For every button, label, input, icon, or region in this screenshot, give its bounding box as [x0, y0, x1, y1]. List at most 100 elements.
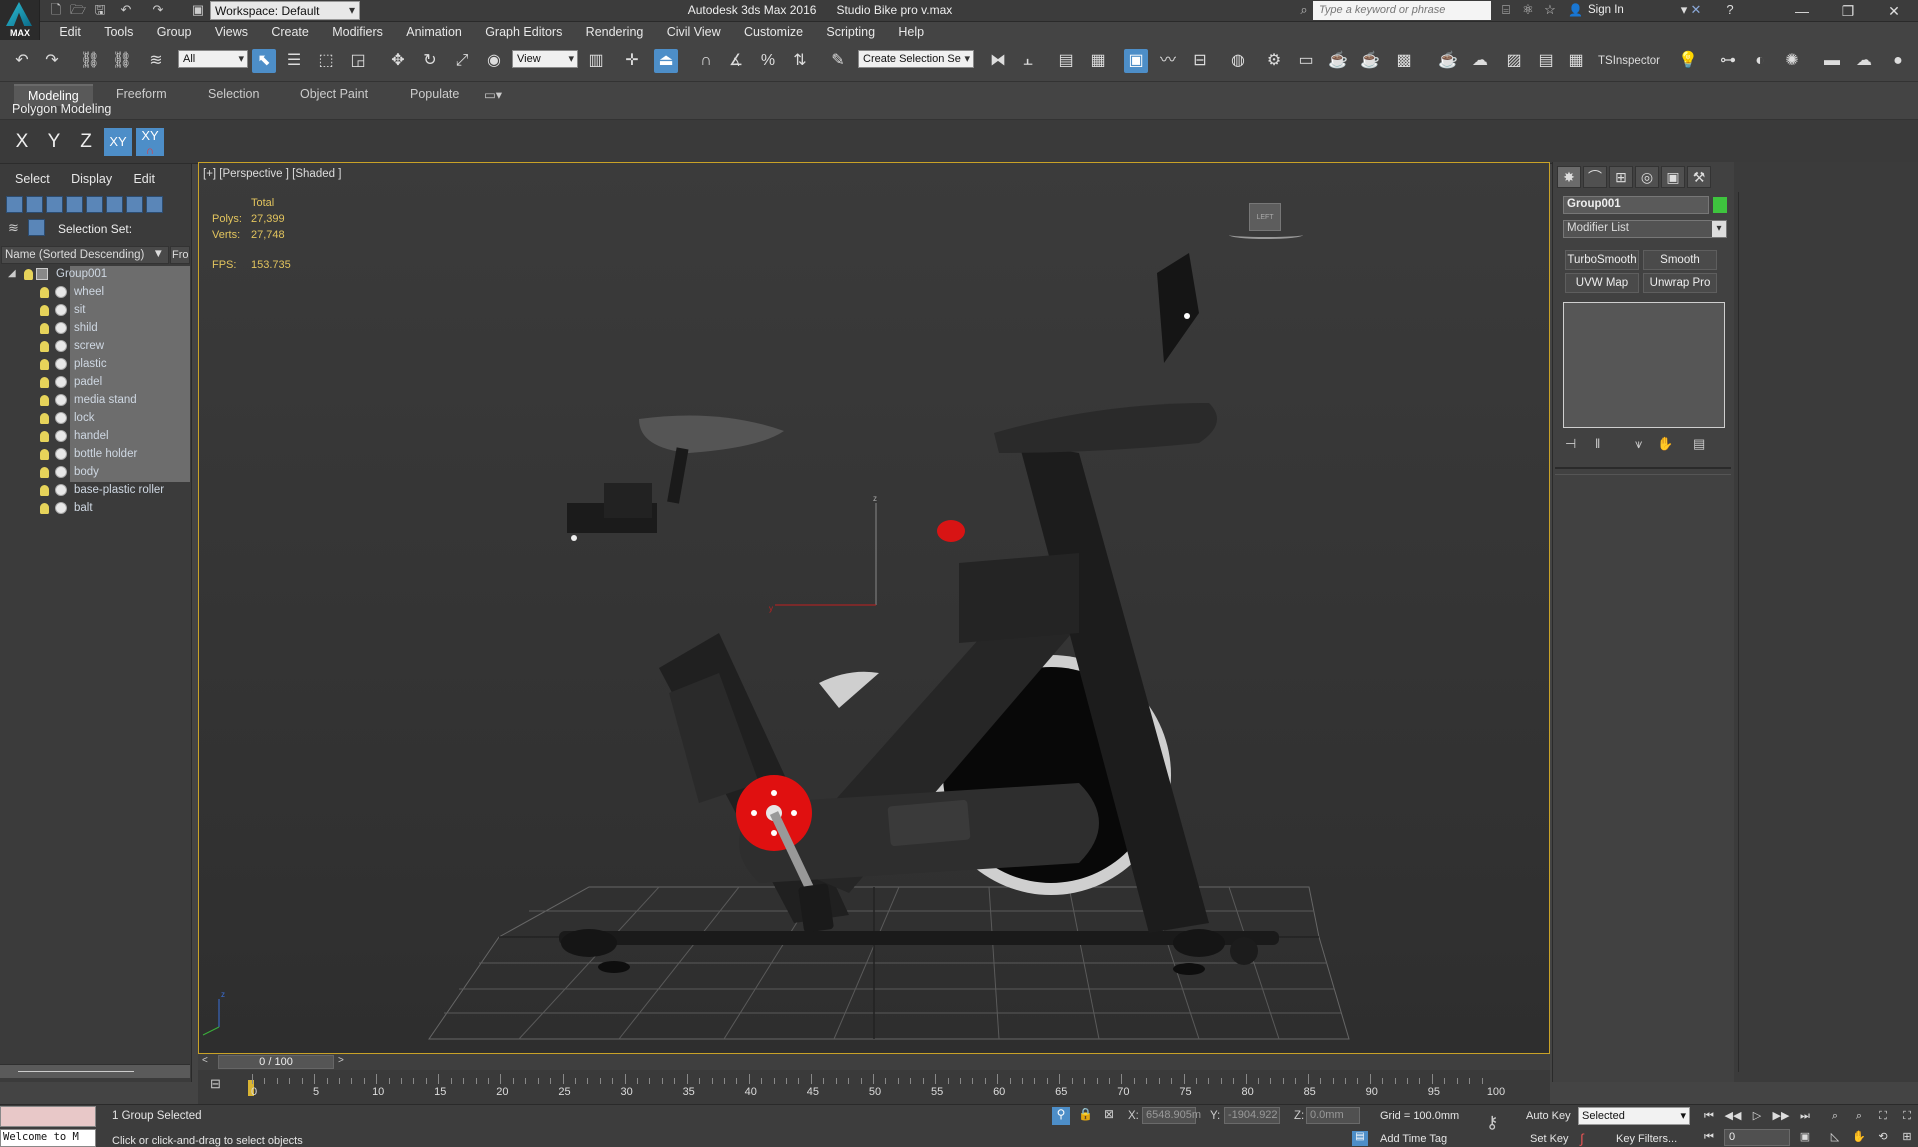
- explorer-scrollbar[interactable]: [0, 1064, 190, 1078]
- prev-frame-arrow-icon[interactable]: <: [202, 1055, 214, 1069]
- display-shapes-icon[interactable]: [26, 196, 43, 213]
- current-frame-field[interactable]: 0: [1724, 1129, 1790, 1146]
- y-coordinate-field[interactable]: -1904.922: [1224, 1107, 1280, 1124]
- time-slider-thumb[interactable]: 0 / 100: [218, 1055, 334, 1069]
- tree-row[interactable]: plastic: [0, 356, 190, 374]
- spinner-snap-icon[interactable]: ⇅: [788, 49, 812, 73]
- subscription-icon[interactable]: ⚛: [1520, 2, 1536, 18]
- scene-converter-icon[interactable]: ▤: [1534, 49, 1558, 73]
- name-column-header[interactable]: Name (Sorted Descending) ▼: [1, 246, 169, 264]
- close-button[interactable]: ✕: [1872, 0, 1916, 22]
- modifier-list-dropdown[interactable]: Modifier List ▾: [1563, 220, 1727, 238]
- render-toggle-icon[interactable]: [55, 466, 67, 478]
- default-tangent-icon[interactable]: ∫: [1580, 1131, 1584, 1146]
- select-and-link-icon[interactable]: ⛓: [78, 49, 102, 73]
- selection-set-icon[interactable]: [28, 219, 45, 236]
- angle-snap-icon[interactable]: ∡: [724, 49, 748, 73]
- previous-frame-icon[interactable]: ◀◀: [1724, 1108, 1742, 1124]
- uvw-map-button[interactable]: UVW Map: [1565, 273, 1639, 293]
- keyboard-shortcut-override-icon[interactable]: ⏏: [654, 49, 678, 73]
- light-bulb-icon[interactable]: [40, 431, 49, 442]
- select-object-icon[interactable]: ⬉: [252, 49, 276, 73]
- render-to-texture-icon[interactable]: ▨: [1502, 49, 1526, 73]
- absolute-mode-icon[interactable]: ⊠: [1104, 1107, 1114, 1121]
- light-bulb-icon[interactable]: [40, 341, 49, 352]
- a360-gallery-icon[interactable]: ☁: [1468, 49, 1492, 73]
- active-shade-icon[interactable]: ▩: [1392, 49, 1416, 73]
- ribbon-options-icon[interactable]: ▭▾: [478, 84, 508, 105]
- layers-icon[interactable]: ≋: [8, 220, 22, 235]
- modifier-stack[interactable]: [1563, 302, 1725, 428]
- tree-row[interactable]: padel: [0, 374, 190, 392]
- undo-icon[interactable]: ↶: [10, 49, 34, 73]
- go-to-end-icon[interactable]: ⏭: [1796, 1108, 1814, 1124]
- time-slider-track[interactable]: < 0 / 100 >: [198, 1054, 1550, 1070]
- set-key-button[interactable]: Set Key: [1530, 1133, 1569, 1145]
- display-bone-icon[interactable]: [146, 196, 163, 213]
- ts-inspector-icon[interactable]: ▦: [1564, 49, 1588, 73]
- display-groups-icon[interactable]: [126, 196, 143, 213]
- menu-views[interactable]: Views: [205, 22, 258, 42]
- render-production-icon[interactable]: ☕: [1326, 49, 1350, 73]
- ribbon-panel-polygon-modeling[interactable]: Polygon Modeling: [12, 102, 111, 116]
- light-bulb-icon[interactable]: [40, 287, 49, 298]
- sign-in-link[interactable]: Sign In: [1588, 4, 1624, 16]
- light-bulb-icon[interactable]: [40, 377, 49, 388]
- pivot-center-icon[interactable]: ▥: [584, 49, 608, 73]
- app-logo[interactable]: MAX: [0, 0, 40, 40]
- select-and-rotate-icon[interactable]: ↻: [418, 49, 442, 73]
- select-and-scale-icon[interactable]: ⤢: [450, 49, 474, 73]
- window-crossing-icon[interactable]: ◲: [346, 49, 370, 73]
- light-bulb-icon[interactable]: [40, 467, 49, 478]
- render-toggle-icon[interactable]: [55, 340, 67, 352]
- maxscript-output[interactable]: Welcome to M: [0, 1129, 96, 1147]
- light-bulb-icon[interactable]: [40, 305, 49, 316]
- next-frame-arrow-icon[interactable]: >: [338, 1055, 350, 1069]
- menu-customize[interactable]: Customize: [734, 22, 813, 42]
- timeline[interactable]: ⊟ 0 5 10 15 20 25 30 35 40 45 50 55 60 65 70 75 80 85 90 95…: [198, 1070, 1550, 1104]
- workspace-dropdown[interactable]: Workspace: Default: [210, 1, 360, 20]
- edit-named-selection-icon[interactable]: ✎: [826, 49, 850, 73]
- help-icon[interactable]: ?: [1722, 2, 1738, 18]
- object-color-swatch[interactable]: [1713, 197, 1727, 213]
- x-coordinate-field[interactable]: 6548.905m: [1142, 1107, 1201, 1124]
- render-toggle-icon[interactable]: [55, 322, 67, 334]
- minimize-button[interactable]: —: [1780, 0, 1824, 22]
- menu-rendering[interactable]: Rendering: [576, 22, 654, 42]
- named-selection-dropdown[interactable]: Create Selection Se: [858, 50, 974, 68]
- undo-icon[interactable]: ↶: [118, 2, 134, 18]
- light-lister-icon[interactable]: 💡: [1676, 49, 1700, 73]
- light-bulb-icon[interactable]: [40, 503, 49, 514]
- selection-filter-dropdown[interactable]: All: [178, 50, 248, 68]
- explorer-menu-select[interactable]: Select: [6, 172, 59, 186]
- render-toggle-icon[interactable]: [55, 412, 67, 424]
- pan-view-icon[interactable]: ✋: [1850, 1129, 1868, 1145]
- axis-x-button[interactable]: X: [8, 128, 36, 156]
- user-icon[interactable]: 👤: [1568, 3, 1583, 17]
- render-toggle-icon[interactable]: [55, 448, 67, 460]
- maximize-viewport-icon[interactable]: ⊞: [1898, 1129, 1916, 1145]
- hierarchy-tab-icon[interactable]: ⊞: [1609, 166, 1633, 188]
- isolate-selection-icon[interactable]: ⚲: [1052, 1107, 1070, 1125]
- mini-curve-editor-icon[interactable]: ⊟: [210, 1076, 221, 1092]
- perspective-viewport[interactable]: [+] [Perspective ] [Shaded ] Total Polys…: [198, 162, 1550, 1054]
- unlink-icon[interactable]: ⛓: [110, 49, 134, 73]
- save-file-icon[interactable]: 🖫: [92, 2, 108, 18]
- axis-z-button[interactable]: Z: [72, 128, 100, 156]
- unwrap-pro-button[interactable]: Unwrap Pro: [1643, 273, 1717, 293]
- tree-row[interactable]: screw: [0, 338, 190, 356]
- zoom-extents-icon[interactable]: ⛶: [1874, 1108, 1892, 1124]
- light-bulb-icon[interactable]: [40, 359, 49, 370]
- cloud-shape-icon[interactable]: ☁: [1852, 49, 1876, 73]
- percent-snap-icon[interactable]: %: [756, 49, 780, 73]
- light-bulb-icon[interactable]: [40, 449, 49, 460]
- remove-modifier-icon[interactable]: ✋: [1657, 436, 1673, 452]
- axis-xy-button[interactable]: XY: [104, 128, 132, 156]
- render-toggle-icon[interactable]: [55, 430, 67, 442]
- project-folder-icon[interactable]: ▣: [190, 2, 206, 18]
- menu-tools[interactable]: Tools: [94, 22, 143, 42]
- menu-help[interactable]: Help: [888, 22, 934, 42]
- select-by-name-icon[interactable]: ☰: [282, 49, 306, 73]
- display-geometry-icon[interactable]: [6, 196, 23, 213]
- next-frame-icon[interactable]: ▶▶: [1772, 1108, 1790, 1124]
